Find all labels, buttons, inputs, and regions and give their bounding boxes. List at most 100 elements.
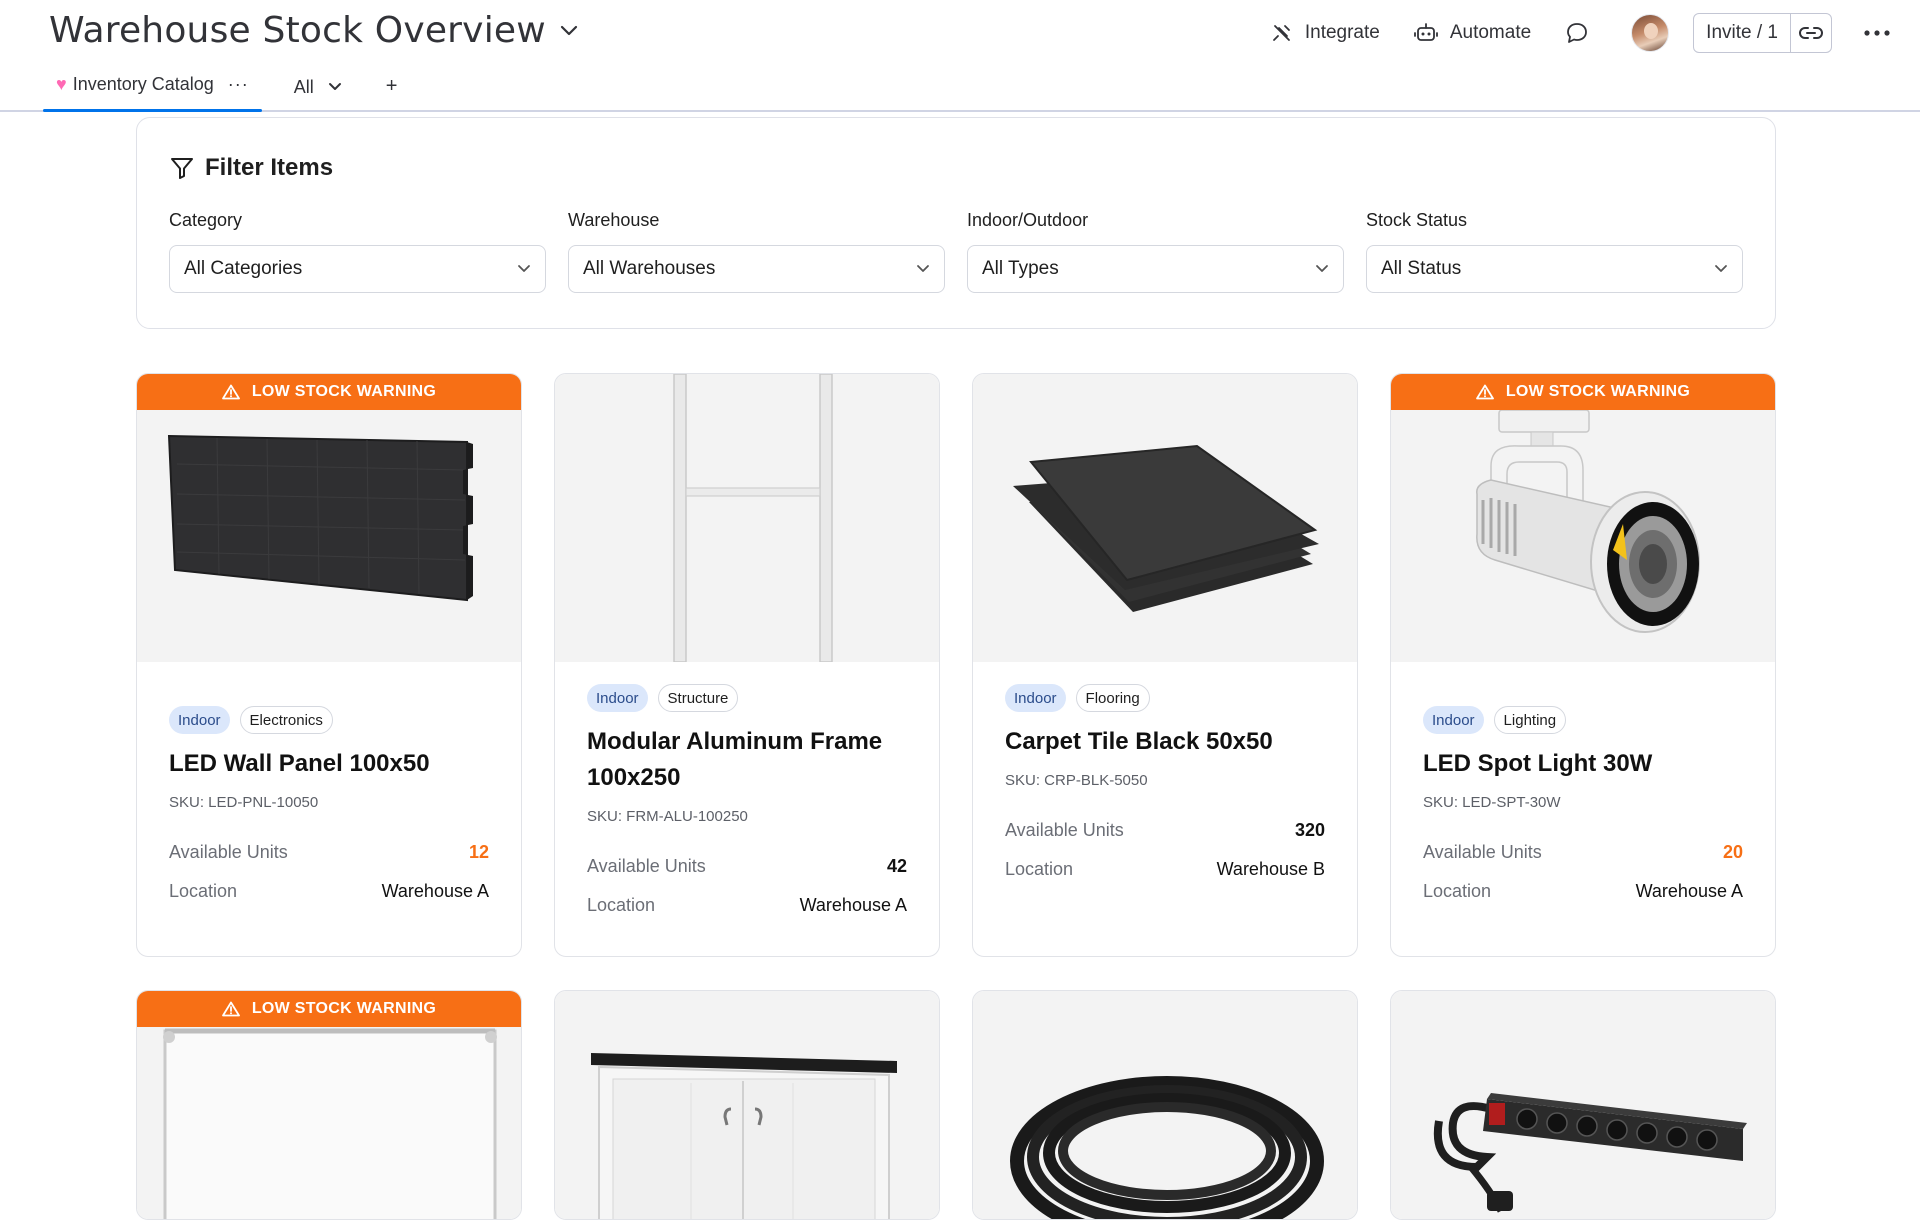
product-card[interactable] [972,990,1358,1220]
filter-label: Warehouse [568,210,660,230]
automate-button[interactable]: Automate [1413,22,1532,44]
tag-list: Indoor Flooring [1005,684,1325,712]
card-body: Indoor Structure Modular Aluminum Frame … [587,684,907,920]
location-label: Location [1005,858,1074,879]
product-card[interactable]: Indoor Structure Modular Aluminum Frame … [554,373,940,957]
location-value: Warehouse A [1635,880,1743,901]
warning-text: LOW STOCK WARNING [251,383,437,400]
status-select[interactable]: All Status [1366,245,1743,293]
more-options-button[interactable] [1862,30,1892,36]
units-row: Available Units 42 [587,851,907,881]
select-value: All Warehouses [583,258,716,279]
location-label: Location [169,880,238,901]
location-label: Location [1423,880,1492,901]
select-value: All Types [982,258,1059,279]
units-value: 12 [468,841,489,862]
category-tag: Lighting [1493,706,1567,734]
tab-inventory-catalog[interactable]: ♥ Inventory Catalog ··· [43,68,262,112]
integrate-button[interactable]: Integrate [1271,22,1380,44]
warning-triangle-icon [1475,384,1494,400]
copy-link-button[interactable] [1791,14,1831,52]
location-row: Location Warehouse A [169,876,489,906]
type-select[interactable]: All Types [967,245,1344,293]
view-tabs: ♥ Inventory Catalog ··· All + [43,68,397,112]
chevron-down-icon [1316,265,1328,272]
location-value: Warehouse A [381,880,489,901]
product-card[interactable]: LOW STOCK WARNING Indoor Electronics LED… [136,373,522,957]
location-label: Location [587,894,656,915]
integrate-icon [1272,25,1290,41]
avatar[interactable] [1631,14,1670,52]
units-value: 320 [1294,819,1325,840]
location-tag: Indoor [169,706,230,734]
category-tag: Structure [657,684,739,712]
warning-text: LOW STOCK WARNING [1505,383,1691,400]
product-card[interactable] [1390,990,1776,1220]
filter-stock-status: Stock Status All Status [1366,210,1743,293]
category-tag: Flooring [1075,684,1150,712]
chevron-down-icon [917,265,929,272]
warning-triangle-icon [221,1001,240,1017]
filter-heading-label: Filter Items [205,154,334,181]
updates-button[interactable] [1565,21,1589,45]
item-sku: SKU: CRP-BLK-5050 [1005,772,1148,789]
chevron-down-icon[interactable] [558,20,580,42]
filter-icon [171,158,193,179]
select-value: All Categories [184,258,303,279]
product-card[interactable]: LOW STOCK WARNING [136,990,522,1220]
item-name: Carpet Tile Black 50x50 [1005,728,1273,755]
filter-label: Stock Status [1366,210,1468,230]
tag-list: Indoor Electronics [169,706,489,734]
filter-warehouse: Warehouse All Warehouses [568,210,945,293]
product-card[interactable]: LOW STOCK WARNING Indoor Lighting LED Sp… [1390,373,1776,957]
units-value: 42 [886,855,907,876]
tab-all[interactable]: All [294,71,342,103]
filter-label: Indoor/Outdoor [967,210,1089,230]
chevron-down-icon [328,83,341,90]
units-label: Available Units [587,855,706,876]
product-card[interactable]: Indoor Flooring Carpet Tile Black 50x50 … [972,373,1358,957]
add-view-button[interactable]: + [386,70,398,102]
page-title[interactable]: Warehouse Stock Overview [49,10,546,51]
filter-heading: Filter Items [169,154,333,182]
tab-options-icon[interactable]: ··· [228,74,249,95]
chevron-down-icon [518,265,530,272]
more-dots-icon [1864,30,1890,36]
cable-reel-image [973,991,1357,1219]
low-stock-banner: LOW STOCK WARNING [1391,374,1775,410]
product-card[interactable] [554,990,940,1220]
title-row: Warehouse Stock Overview [49,10,580,51]
location-row: Location Warehouse A [1423,876,1743,906]
warehouse-select[interactable]: All Warehouses [568,245,945,293]
aluminum-frame-image [555,374,939,662]
filter-panel: Filter Items Category All Categories War… [136,117,1776,329]
location-tag: Indoor [587,684,648,712]
warning-triangle-icon [221,384,240,400]
location-row: Location Warehouse B [1005,854,1325,884]
automate-label: Automate [1449,22,1532,43]
chevron-down-icon [1715,265,1727,272]
filter-indoor-outdoor: Indoor/Outdoor All Types [967,210,1344,293]
units-row: Available Units 320 [1005,815,1325,845]
low-stock-banner: LOW STOCK WARNING [137,374,521,410]
category-select[interactable]: All Categories [169,245,546,293]
card-body: Indoor Lighting LED Spot Light 30W SKU: … [1423,706,1743,906]
item-sku: SKU: LED-PNL-10050 [169,794,319,811]
robot-icon [1413,23,1438,41]
location-tag: Indoor [1423,706,1484,734]
tag-list: Indoor Structure [587,684,907,712]
tab-label: Inventory Catalog [72,73,214,94]
warning-text: LOW STOCK WARNING [251,1000,437,1017]
select-value: All Status [1381,258,1462,279]
led-panel-image [137,374,521,662]
tag-list: Indoor Lighting [1423,706,1743,734]
item-sku: SKU: FRM-ALU-100250 [587,808,748,825]
integrate-label: Integrate [1304,22,1380,43]
item-sku: SKU: LED-SPT-30W [1423,794,1561,811]
location-value: Warehouse A [799,894,907,915]
counter-cabinet-image [555,991,939,1219]
units-row: Available Units 20 [1423,837,1743,867]
invite-button[interactable]: Invite / 1 [1694,14,1791,52]
location-tag: Indoor [1005,684,1066,712]
filter-category: Category All Categories [169,210,546,293]
